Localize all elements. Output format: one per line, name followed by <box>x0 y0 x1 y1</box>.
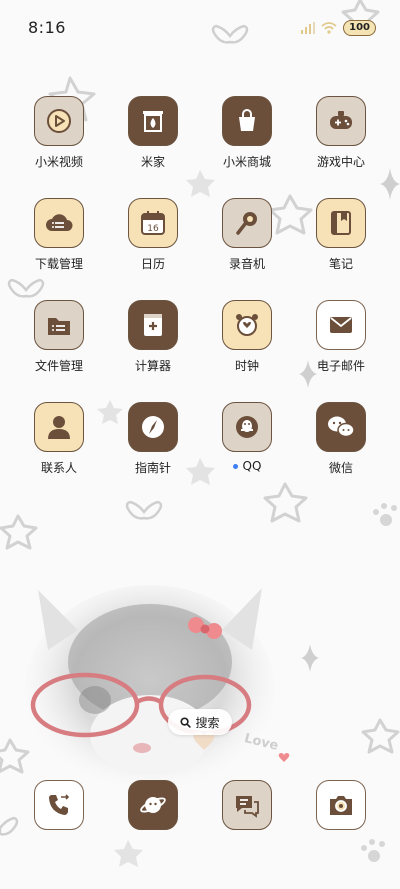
mijia-home-icon <box>128 96 178 146</box>
message-bubble-icon <box>222 780 272 830</box>
battery-indicator: 100 <box>343 20 376 36</box>
dock-messages[interactable] <box>199 780 295 830</box>
app-label: 文件管理 <box>34 359 83 373</box>
camera-icon <box>316 780 366 830</box>
app-clock[interactable]: 时钟 <box>199 300 295 374</box>
dock-phone[interactable] <box>11 780 107 830</box>
shopping-bag-icon <box>222 96 272 146</box>
cat-photo <box>25 585 290 795</box>
app-game-center[interactable]: 游戏中心 <box>293 96 389 170</box>
search-label: 搜索 <box>195 715 220 730</box>
app-label: 时钟 <box>234 359 259 373</box>
app-label: 下载管理 <box>34 257 83 271</box>
app-mijia[interactable]: 米家 <box>105 96 201 170</box>
app-calendar[interactable]: 16 日历 <box>105 198 201 272</box>
status-bar: 8:16 100 <box>0 0 400 56</box>
app-label: 游戏中心 <box>316 155 365 169</box>
app-label: 小米视频 <box>34 155 83 169</box>
app-label: 指南针 <box>134 461 171 475</box>
compass-icon <box>128 402 178 452</box>
app-label: 笔记 <box>328 257 353 271</box>
app-email[interactable]: 电子邮件 <box>293 300 389 374</box>
app-label: 录音机 <box>228 257 265 271</box>
app-compass[interactable]: 指南针 <box>105 402 201 476</box>
search-button[interactable]: 搜索 <box>168 709 232 735</box>
app-download-manager[interactable]: 下载管理 <box>11 198 107 272</box>
cloud-download-icon <box>34 198 84 248</box>
app-wechat[interactable]: 微信 <box>293 402 389 476</box>
app-qq[interactable]: QQ <box>199 402 295 473</box>
app-contacts[interactable]: 联系人 <box>11 402 107 476</box>
calculator-icon <box>128 300 178 350</box>
app-label: 米家 <box>140 155 165 169</box>
wechat-icon <box>316 402 366 452</box>
signal-icon <box>301 22 316 34</box>
contact-person-icon <box>34 402 84 452</box>
dock-browser[interactable] <box>105 780 201 830</box>
app-label: 联系人 <box>40 461 77 475</box>
search-icon <box>180 716 192 728</box>
app-notes[interactable]: 笔记 <box>293 198 389 272</box>
notification-dot <box>232 464 238 469</box>
calendar-date: 16 <box>147 224 159 234</box>
notebook-icon <box>316 198 366 248</box>
planet-browser-icon <box>128 780 178 830</box>
app-label: 计算器 <box>134 359 171 373</box>
video-play-icon <box>34 96 84 146</box>
app-recorder[interactable]: 录音机 <box>199 198 295 272</box>
status-time: 8:16 <box>28 18 66 37</box>
alarm-clock-icon <box>222 300 272 350</box>
microphone-icon <box>222 198 272 248</box>
app-label: QQ <box>242 459 262 473</box>
app-label: 日历 <box>140 257 165 271</box>
app-label: 电子邮件 <box>316 359 365 373</box>
app-calculator[interactable]: 计算器 <box>105 300 201 374</box>
wifi-icon <box>321 22 337 34</box>
gamepad-icon <box>316 96 366 146</box>
folder-icon <box>34 300 84 350</box>
app-xiaomi-mall[interactable]: 小米商城 <box>199 96 295 170</box>
phone-icon <box>34 780 84 830</box>
app-label: 微信 <box>328 461 353 475</box>
app-xiaomi-video[interactable]: 小米视频 <box>11 96 107 170</box>
app-label: 小米商城 <box>222 155 271 169</box>
envelope-icon <box>316 300 366 350</box>
penguin-icon <box>222 402 272 452</box>
app-file-manager[interactable]: 文件管理 <box>11 300 107 374</box>
dock-camera[interactable] <box>293 780 389 830</box>
calendar-icon: 16 <box>128 198 178 248</box>
